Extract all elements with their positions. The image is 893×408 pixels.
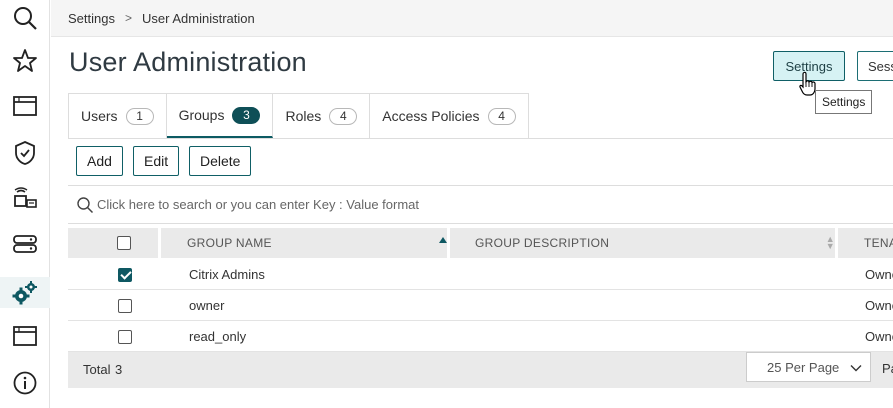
breadcrumb: Settings > User Administration bbox=[51, 0, 893, 37]
sort-unsorted-icon: ▲ ▼ bbox=[825, 234, 835, 251]
sessions-button[interactable]: Sess bbox=[857, 51, 893, 81]
breadcrumb-root-link[interactable]: Settings bbox=[68, 11, 115, 26]
column-header-group-description-label: GROUP DESCRIPTION bbox=[475, 236, 610, 250]
action-toolbar: Add Edit Delete bbox=[76, 146, 251, 176]
search-input[interactable]: Click here to search or you can enter Ke… bbox=[68, 185, 893, 224]
total-count: 3 bbox=[115, 362, 123, 377]
add-button[interactable]: Add bbox=[76, 146, 123, 176]
nav-rail bbox=[0, 0, 50, 408]
row-checkbox[interactable] bbox=[118, 329, 132, 344]
nav-storage[interactable] bbox=[0, 228, 50, 259]
tab-users[interactable]: Users 1 bbox=[69, 93, 167, 138]
row-checkbox[interactable] bbox=[118, 298, 132, 313]
nav-search[interactable] bbox=[0, 2, 50, 33]
page-title: User Administration bbox=[69, 47, 307, 77]
tab-roles-count-badge: 4 bbox=[329, 107, 358, 125]
total-label: Total bbox=[83, 362, 111, 377]
search-icon bbox=[77, 196, 94, 213]
nav-security[interactable] bbox=[0, 137, 50, 168]
settings-gears-icon bbox=[12, 280, 37, 304]
chevron-down-icon bbox=[850, 365, 862, 372]
breadcrumb-separator: > bbox=[124, 11, 132, 25]
settings-tooltip: Settings bbox=[815, 90, 873, 114]
window-icon bbox=[13, 95, 37, 116]
tab-users-label: Users bbox=[81, 108, 118, 124]
table-footer: Total 3 25 Per Page Pa bbox=[68, 352, 893, 388]
column-header-tenant[interactable]: TENA bbox=[864, 228, 893, 258]
breadcrumb-current: User Administration bbox=[142, 10, 255, 26]
column-separator bbox=[835, 228, 838, 258]
tab-access-policies[interactable]: Access Policies 4 bbox=[370, 93, 529, 138]
tab-roles-label: Roles bbox=[285, 108, 322, 124]
page-label: Pa bbox=[882, 361, 893, 376]
storage-icon bbox=[13, 234, 37, 253]
column-header-group-name[interactable]: GROUP NAME bbox=[187, 228, 447, 258]
tabs-divider bbox=[68, 138, 893, 139]
nav-about[interactable] bbox=[0, 367, 50, 398]
tab-groups[interactable]: Groups 3 bbox=[166, 93, 274, 138]
per-page-select[interactable]: 25 Per Page bbox=[746, 352, 871, 382]
row-checkbox[interactable] bbox=[118, 267, 132, 282]
nav-favorites[interactable] bbox=[0, 45, 50, 76]
table-row[interactable]: Citrix Admins Owne bbox=[68, 259, 893, 290]
tab-users-count-badge: 1 bbox=[125, 107, 154, 125]
star-icon bbox=[13, 48, 37, 72]
column-header-group-description[interactable]: GROUP DESCRIPTION ▲ ▼ bbox=[475, 228, 835, 258]
tab-access-policies-label: Access Policies bbox=[382, 108, 480, 124]
shield-icon bbox=[15, 140, 35, 165]
column-header-tenant-label: TENA bbox=[864, 236, 893, 250]
table-row[interactable]: read_only Owne bbox=[68, 321, 893, 352]
search-icon bbox=[14, 6, 37, 30]
delete-button[interactable]: Delete bbox=[189, 146, 251, 176]
tab-groups-count-badge: 3 bbox=[232, 106, 261, 124]
group-name-cell: Citrix Admins bbox=[189, 267, 265, 282]
tenant-cell: Owne bbox=[865, 298, 893, 313]
table-header: GROUP NAME GROUP DESCRIPTION ▲▼ TENA bbox=[68, 228, 893, 258]
sort-ascending-icon bbox=[439, 237, 447, 243]
tab-access-policies-count-badge: 4 bbox=[487, 107, 516, 125]
table-row[interactable]: owner Owne bbox=[68, 290, 893, 321]
edit-button[interactable]: Edit bbox=[133, 146, 179, 176]
select-all-checkbox-cell bbox=[117, 228, 131, 258]
group-name-cell: read_only bbox=[189, 329, 247, 344]
per-page-value: 25 Per Page bbox=[767, 359, 840, 375]
devices-icon bbox=[14, 186, 37, 208]
info-icon bbox=[13, 371, 37, 394]
tenant-cell: Owne bbox=[865, 329, 893, 344]
nav-settings[interactable] bbox=[0, 277, 50, 308]
nav-applications[interactable] bbox=[0, 90, 50, 121]
nav-desktops[interactable] bbox=[0, 320, 50, 351]
tab-groups-label: Groups bbox=[178, 107, 225, 123]
tenant-cell: Owne bbox=[865, 267, 893, 282]
window-icon bbox=[13, 325, 37, 346]
search-placeholder: Click here to search or you can enter Ke… bbox=[97, 197, 420, 212]
column-separator bbox=[158, 228, 161, 258]
tab-strip: Users 1 Groups 3 Roles 4 Access Policies… bbox=[68, 93, 529, 138]
column-header-group-name-label: GROUP NAME bbox=[187, 236, 272, 250]
column-separator bbox=[447, 228, 450, 258]
nav-infrastructure[interactable] bbox=[0, 183, 50, 214]
group-name-cell: owner bbox=[189, 298, 225, 313]
tab-roles[interactable]: Roles 4 bbox=[273, 93, 371, 138]
select-all-checkbox[interactable] bbox=[117, 236, 131, 250]
